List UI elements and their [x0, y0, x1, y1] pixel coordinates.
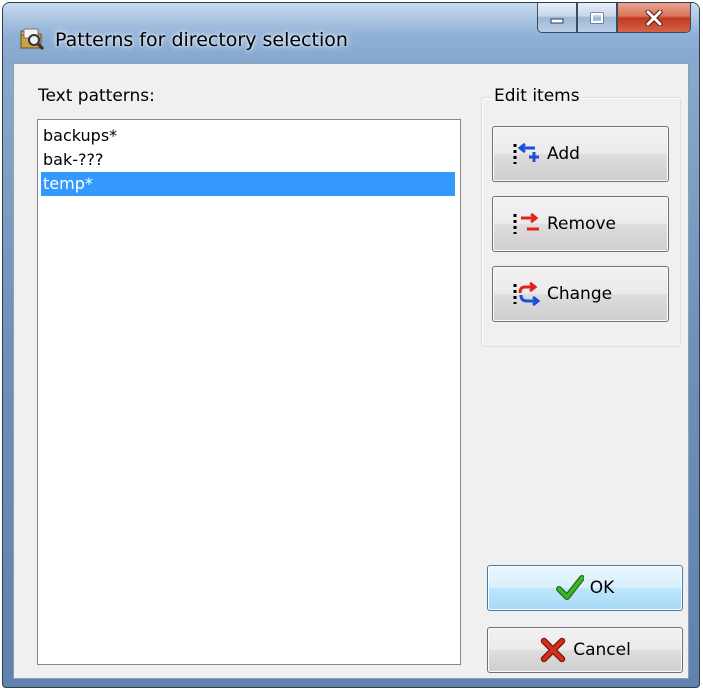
text-patterns-label: Text patterns: — [38, 86, 155, 106]
ok-button[interactable]: OK — [487, 565, 683, 611]
dialog-window: Patterns for directory selection Text pa… — [2, 2, 700, 688]
change-button-label: Change — [547, 284, 613, 304]
cancel-x-icon — [540, 637, 566, 663]
list-item-selected[interactable]: temp* — [41, 172, 455, 196]
change-arrows-icon — [513, 281, 541, 307]
folder-search-icon — [20, 28, 45, 50]
cancel-button-label: Cancel — [573, 640, 631, 660]
remove-button[interactable]: Remove — [492, 196, 669, 252]
dialog-body: Text patterns: backups* bak-??? temp* Ed… — [13, 63, 689, 679]
add-button-label: Add — [547, 144, 580, 164]
check-icon — [555, 575, 584, 600]
close-button[interactable] — [617, 3, 691, 33]
cancel-button[interactable]: Cancel — [487, 627, 683, 673]
maximize-icon — [590, 12, 604, 23]
list-item[interactable]: bak-??? — [41, 148, 455, 172]
title-bar[interactable]: Patterns for directory selection — [3, 3, 699, 63]
remove-button-label: Remove — [547, 214, 616, 234]
remove-arrow-icon — [513, 212, 539, 234]
maximize-button[interactable] — [577, 3, 617, 33]
caption-buttons — [537, 3, 691, 33]
close-icon — [645, 9, 663, 26]
window-title: Patterns for directory selection — [55, 29, 348, 51]
patterns-listbox[interactable]: backups* bak-??? temp* — [37, 119, 461, 665]
ok-button-label: OK — [589, 578, 615, 598]
minimize-button[interactable] — [537, 3, 577, 33]
edit-items-legend: Edit items — [491, 86, 583, 106]
list-item[interactable]: backups* — [41, 124, 455, 148]
change-button[interactable]: Change — [492, 266, 669, 322]
minimize-icon — [550, 18, 564, 23]
add-button[interactable]: Add — [492, 126, 669, 182]
add-arrow-icon — [513, 142, 539, 164]
